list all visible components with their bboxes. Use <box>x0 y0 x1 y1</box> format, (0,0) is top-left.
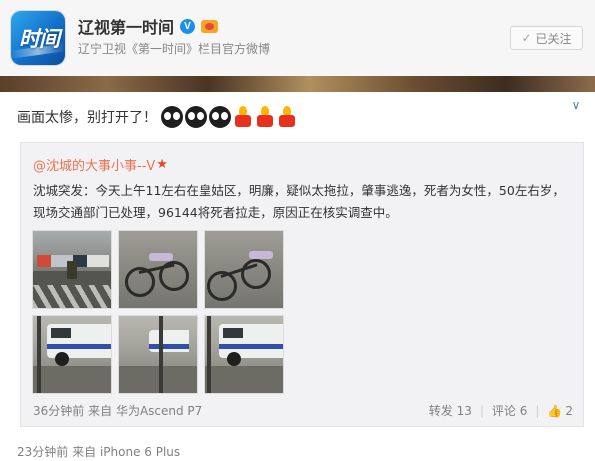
quoted-post-footer: 36分钟前 来自 华为Ascend P7 转发 13 | 评论 6 | 👍 2 <box>33 402 573 420</box>
profile-header: 时间 辽视第一时间 V 辽宁卫视《第一时间》栏目官方微博 ✓ 已关注 <box>0 0 595 76</box>
followed-label: 已关注 <box>535 31 572 46</box>
cover-banner <box>0 76 595 92</box>
post-time[interactable]: 23分钟前 <box>17 445 68 459</box>
quoted-post: @沈城的大事小事--V ★ 沈城突发：今天上午11左右在皇姑区，明廉，疑似太拖拉… <box>20 142 584 427</box>
emoji-row <box>161 106 297 128</box>
chevron-down-icon[interactable]: ∨ <box>568 98 584 112</box>
eyes-emoji <box>161 106 183 128</box>
quoted-post-source: 36分钟前 来自 华为Ascend P7 <box>33 402 202 419</box>
divider: | <box>479 403 484 418</box>
repost-link[interactable]: 转发 13 <box>429 402 472 419</box>
eyes-emoji <box>209 106 231 128</box>
logo-text: 时间 <box>19 26 60 51</box>
candle-emoji <box>233 106 253 128</box>
profile-name[interactable]: 辽视第一时间 <box>78 14 174 38</box>
post-source: 23分钟前 来自 iPhone 6 Plus <box>17 443 180 460</box>
post-text: 画面太惨，别打开了！ <box>17 110 157 126</box>
from-label: 来自 <box>88 404 113 418</box>
divider: | <box>535 403 540 418</box>
candle-emoji <box>277 106 297 128</box>
device-link[interactable]: iPhone 6 Plus <box>100 445 180 459</box>
check-icon: ✓ <box>521 31 532 45</box>
quoted-post-actions: 转发 13 | 评论 6 | 👍 2 <box>429 402 573 419</box>
photo-thumbnail[interactable] <box>118 315 198 394</box>
weibo-post: ∨ 画面太惨，别打开了！ @沈城的大事小事--V ★ 沈城突发：今天上午11左右… <box>0 92 595 461</box>
comment-link[interactable]: 评论 6 <box>492 402 527 419</box>
from-label: 来自 <box>72 445 97 459</box>
profile-name-row: 辽视第一时间 V <box>78 14 219 38</box>
photo-thumbnail[interactable] <box>32 230 112 309</box>
followed-button[interactable]: ✓ 已关注 <box>510 26 583 50</box>
star-badge-icon[interactable]: ★ <box>156 157 168 172</box>
post-text-row: 画面太惨，别打开了！ <box>17 106 297 128</box>
photo-thumbnail[interactable] <box>204 230 284 309</box>
thumbs-up-icon[interactable]: 👍 <box>547 404 562 418</box>
profile-bio: 辽宁卫视《第一时间》栏目官方微博 <box>78 42 271 56</box>
channel-logo[interactable]: 时间 <box>11 11 65 65</box>
photo-thumbnail[interactable] <box>204 315 284 394</box>
verified-v-icon[interactable]: V <box>180 18 196 34</box>
photo-thumbnail[interactable] <box>118 230 198 309</box>
quoted-device-link[interactable]: 华为Ascend P7 <box>116 404 202 418</box>
quoted-post-body: 沈城突发：今天上午11左右在皇姑区，明廉，疑似太拖拉，肇事逃逸，死者为女性，50… <box>33 183 565 220</box>
eyes-emoji <box>185 106 207 128</box>
quoted-user-row: @沈城的大事小事--V ★ <box>33 155 168 174</box>
quoted-post-time[interactable]: 36分钟前 <box>33 404 84 418</box>
photo-thumbnail[interactable] <box>32 315 112 394</box>
like-count[interactable]: 2 <box>565 404 573 418</box>
club-badge-icon[interactable] <box>201 19 219 33</box>
candle-emoji <box>255 106 275 128</box>
quoted-user-link[interactable]: @沈城的大事小事--V <box>33 155 155 174</box>
